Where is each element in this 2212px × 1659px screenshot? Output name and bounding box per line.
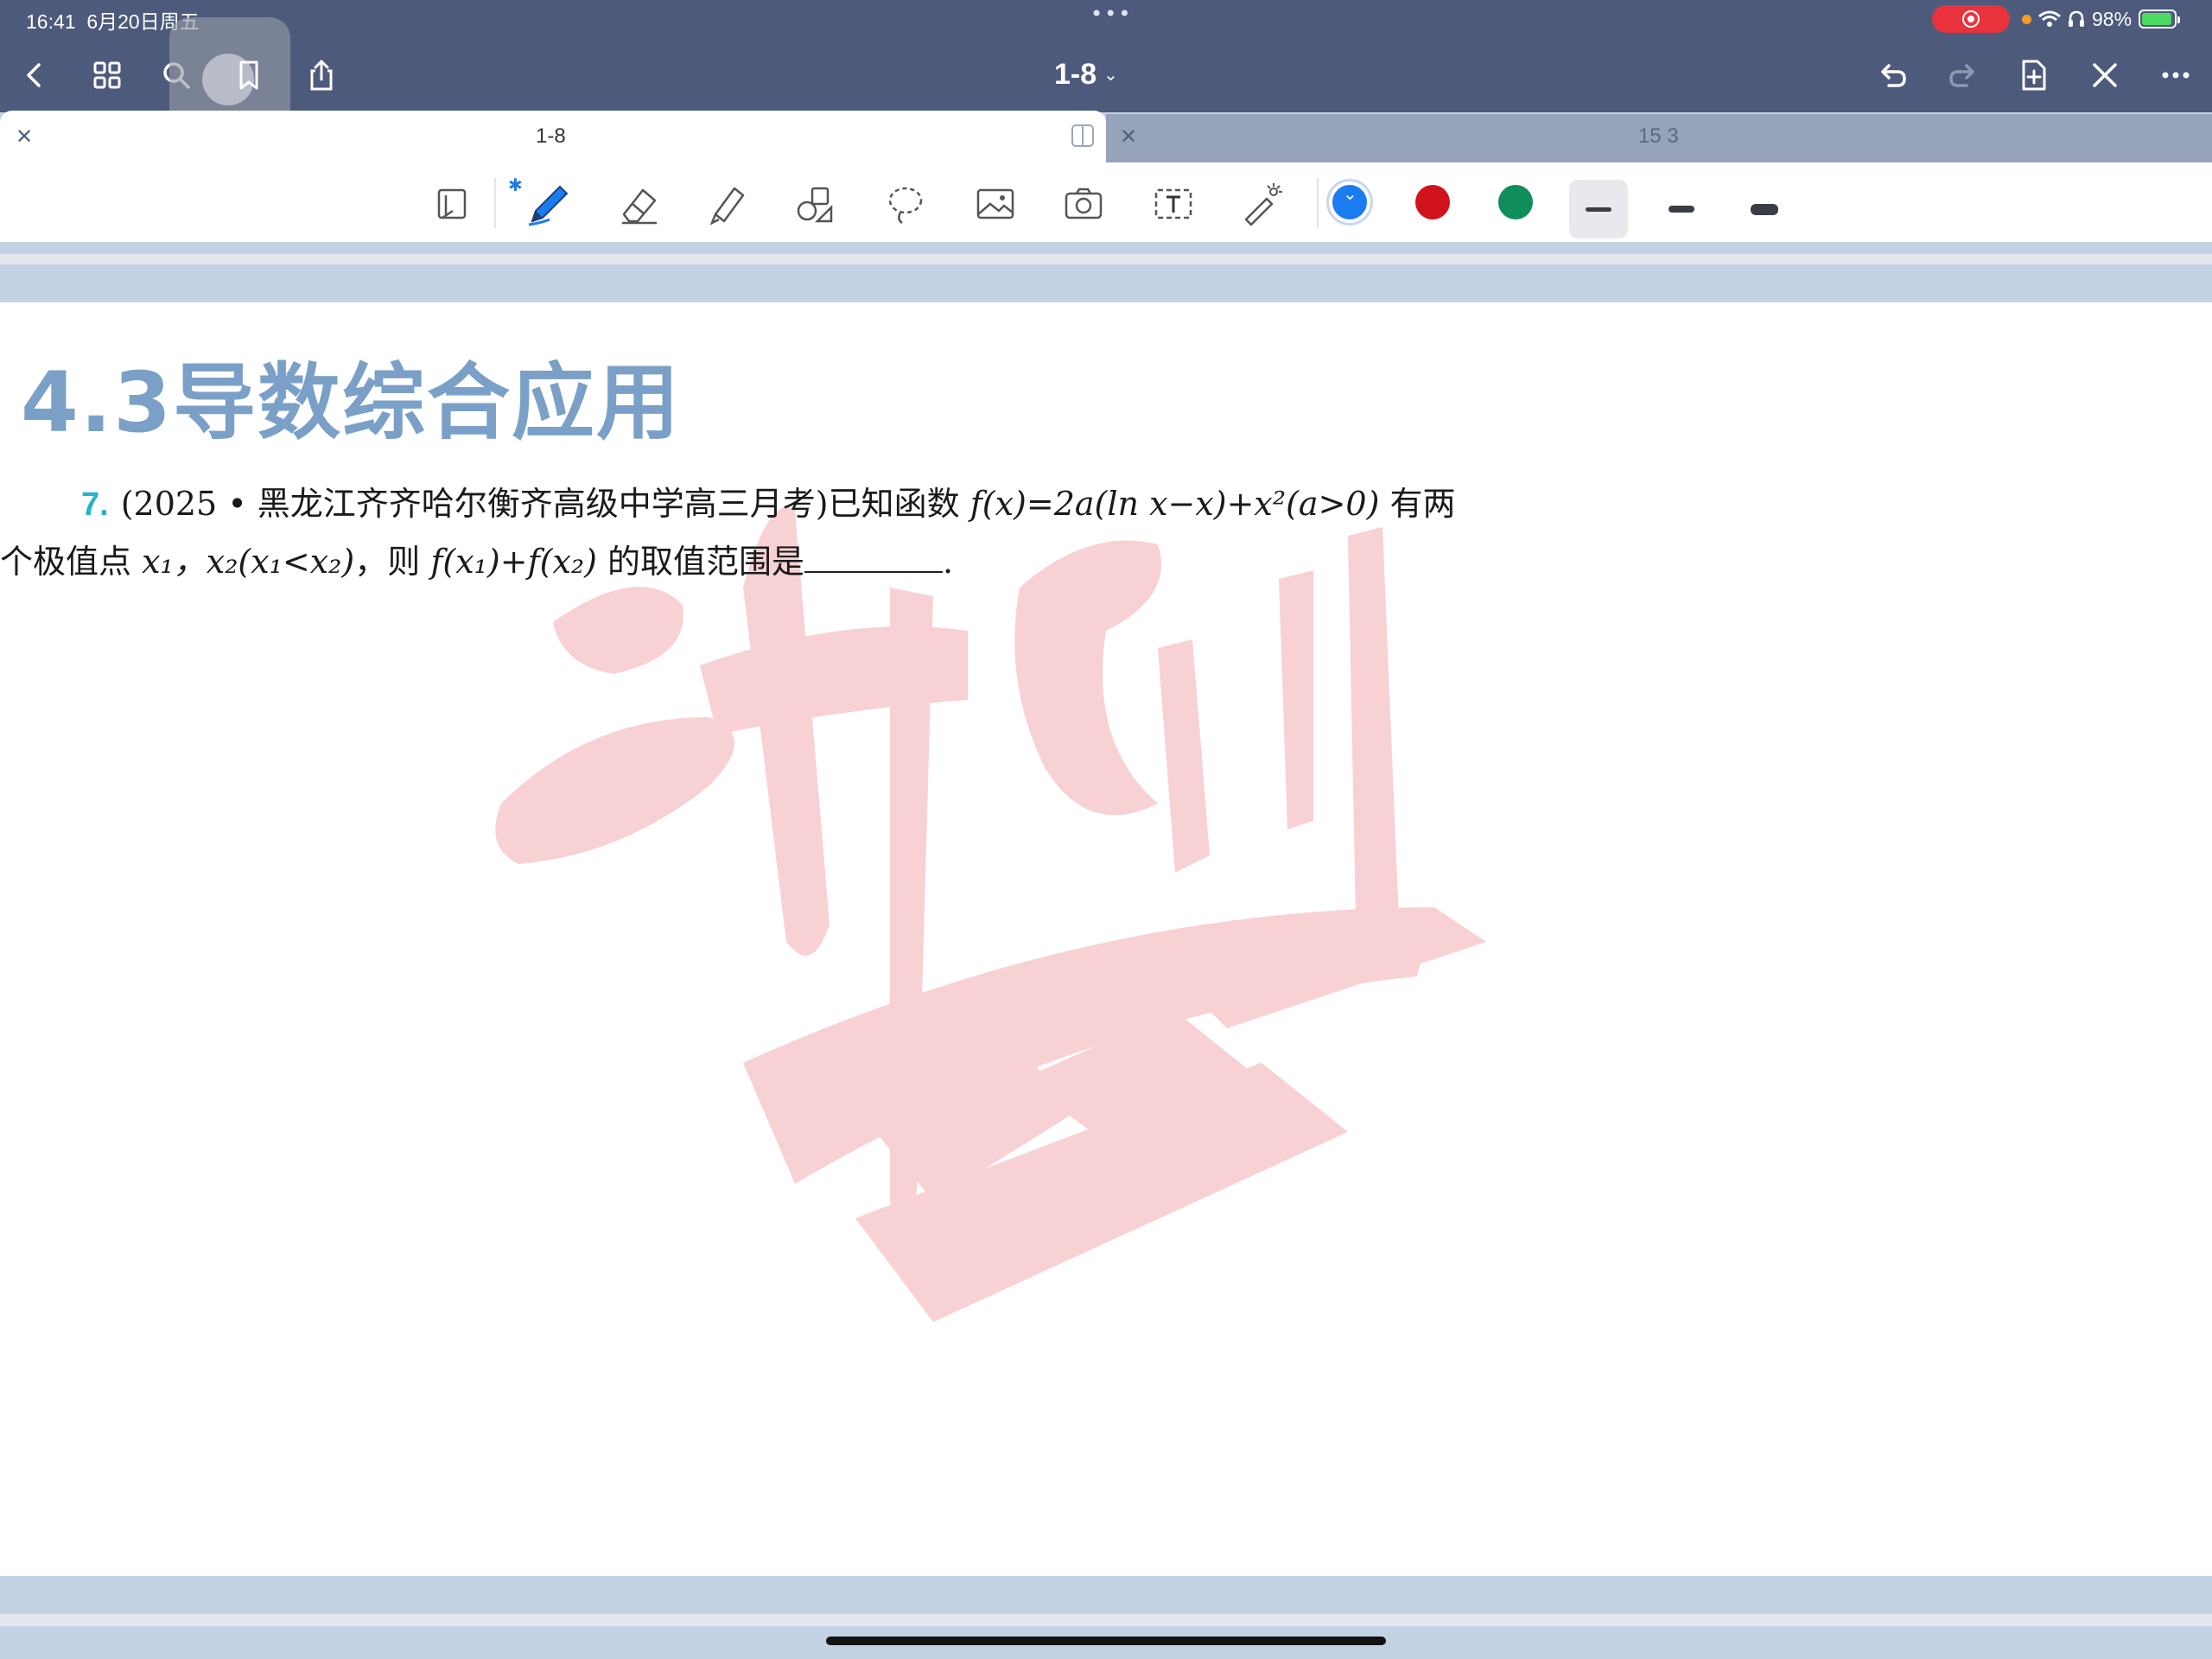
undo-button[interactable] (1865, 38, 1920, 112)
bluetooth-icon: ✱ (508, 175, 523, 195)
screen-recording-indicator[interactable] (1932, 5, 2010, 33)
record-icon (1962, 10, 1980, 28)
text-box-icon (1154, 188, 1192, 219)
read-mode-button[interactable] (427, 178, 479, 230)
bookmark-icon (239, 60, 258, 90)
toolbar-divider (1317, 178, 1319, 228)
shapes-tool[interactable] (790, 178, 842, 230)
more-icon (2162, 72, 2190, 79)
question-text-tail: 有两 (1379, 485, 1456, 523)
document-title-dropdown[interactable]: 1-8 ⌄ (1054, 54, 1118, 95)
add-page-icon (2022, 60, 2046, 91)
stroke-width-thin[interactable] (1569, 180, 1628, 238)
page-gap (0, 242, 2212, 302)
back-button[interactable] (7, 38, 62, 112)
highlighter-tool[interactable] (702, 178, 753, 230)
pen-close-icon (2093, 63, 2117, 87)
close-tab-icon[interactable]: ✕ (1120, 124, 1137, 149)
end-mark: . (943, 543, 954, 581)
sum-formula: f(x₁)+f(x₂) (430, 543, 597, 581)
tab-label: 1-8 (536, 124, 566, 148)
tab-1-8[interactable]: ✕ 1-8 (0, 111, 1106, 162)
tab-15-3[interactable]: ✕ 15 3 (1106, 114, 2212, 162)
close-editing-button[interactable] (2077, 38, 2133, 112)
color-green-swatch[interactable] (1498, 185, 1533, 219)
shapes-icon (797, 187, 833, 223)
lasso-tool[interactable] (880, 178, 931, 230)
watermark-logo (495, 506, 1486, 1322)
camera-icon (1065, 188, 1103, 219)
document-page[interactable]: 4.3导数综合应用 7. (2025 • 黑龙江齐齐哈尔衡齐高级中学高三月考)已知… (0, 302, 2212, 1576)
stroke-width-medium[interactable] (1652, 180, 1711, 238)
wifi-icon (2038, 10, 2061, 27)
answer-blank[interactable] (804, 545, 944, 573)
pen-icon (528, 185, 569, 226)
close-tab-icon[interactable]: ✕ (16, 124, 33, 149)
chevron-left-icon (27, 63, 41, 87)
bookmark-button[interactable] (221, 38, 276, 112)
toolbar-divider (494, 178, 496, 228)
status-bar: 16:41 6月20日周五 ••• 98% (0, 0, 2212, 38)
question-source-text: (2025 • 黑龙江齐齐哈尔衡齐高级中学高三月考)已知函数 (120, 485, 970, 523)
tab-bar: ✕ 1-8 ✕ 15 3 (0, 111, 2212, 162)
color-blue-swatch[interactable] (1332, 183, 1367, 219)
question-line-2: 个极值点 x₁，x₂(x₁<x₂)，则 f(x₁)+f(x₂) 的取值范围是. (0, 533, 1809, 590)
extreme-points-formula: x₁，x₂(x₁<x₂) (142, 543, 355, 581)
system-status: 98% (2022, 5, 2181, 33)
page-gap-bottom (0, 1576, 2212, 1659)
home-indicator[interactable] (826, 1637, 1386, 1645)
thumbnails-button[interactable] (79, 38, 135, 112)
split-view-icon[interactable] (1071, 124, 1094, 147)
redo-button[interactable] (1936, 38, 1991, 112)
text-tool[interactable] (1147, 178, 1199, 230)
mic-indicator-icon (2022, 14, 2031, 24)
color-red-swatch[interactable] (1415, 185, 1450, 219)
question-text: 个极值点 (0, 543, 143, 581)
more-button[interactable] (2148, 38, 2203, 112)
chevron-down-icon: ⌄ (1103, 65, 1118, 85)
lasso-icon (888, 187, 923, 225)
multitasking-dots[interactable]: ••• (1090, 2, 1132, 26)
share-button[interactable] (294, 38, 349, 112)
headphones-icon (2069, 10, 2084, 27)
camera-tool[interactable] (1058, 178, 1109, 230)
stroke-width-thick[interactable] (1735, 180, 1794, 238)
redo-icon (1949, 64, 1974, 87)
drawing-toolbar: ✱ (0, 162, 2212, 242)
question-7: 7. (2025 • 黑龙江齐齐哈尔衡齐高级中学高三月考)已知函数 f(x)=2a… (0, 475, 1809, 590)
highlighter-icon (709, 187, 745, 226)
share-icon (310, 60, 333, 91)
tab-label: 15 3 (1638, 124, 1679, 148)
laser-pointer-icon (1244, 183, 1282, 226)
section-title: 4.3导数综合应用 (21, 354, 682, 451)
image-tool[interactable] (969, 178, 1021, 230)
read-mode-icon (437, 188, 467, 219)
question-text: ，则 (354, 543, 431, 581)
question-text: 的取值范围是 (596, 543, 805, 581)
add-page-button[interactable] (2006, 38, 2062, 112)
eraser-tool[interactable] (613, 178, 665, 230)
battery-icon (2139, 10, 2181, 29)
question-number: 7. (81, 486, 109, 523)
laser-pointer-tool[interactable] (1236, 178, 1287, 230)
image-icon (976, 188, 1014, 219)
undo-icon (1881, 64, 1906, 87)
document-title: 1-8 (1054, 57, 1097, 91)
function-formula: f(x)=2a(ln x−x)+x²(a>0) (969, 485, 1380, 523)
eraser-icon (622, 188, 657, 225)
grid-icon (93, 61, 121, 89)
battery-percent: 98% (2092, 7, 2133, 30)
pen-tool[interactable] (522, 178, 574, 230)
